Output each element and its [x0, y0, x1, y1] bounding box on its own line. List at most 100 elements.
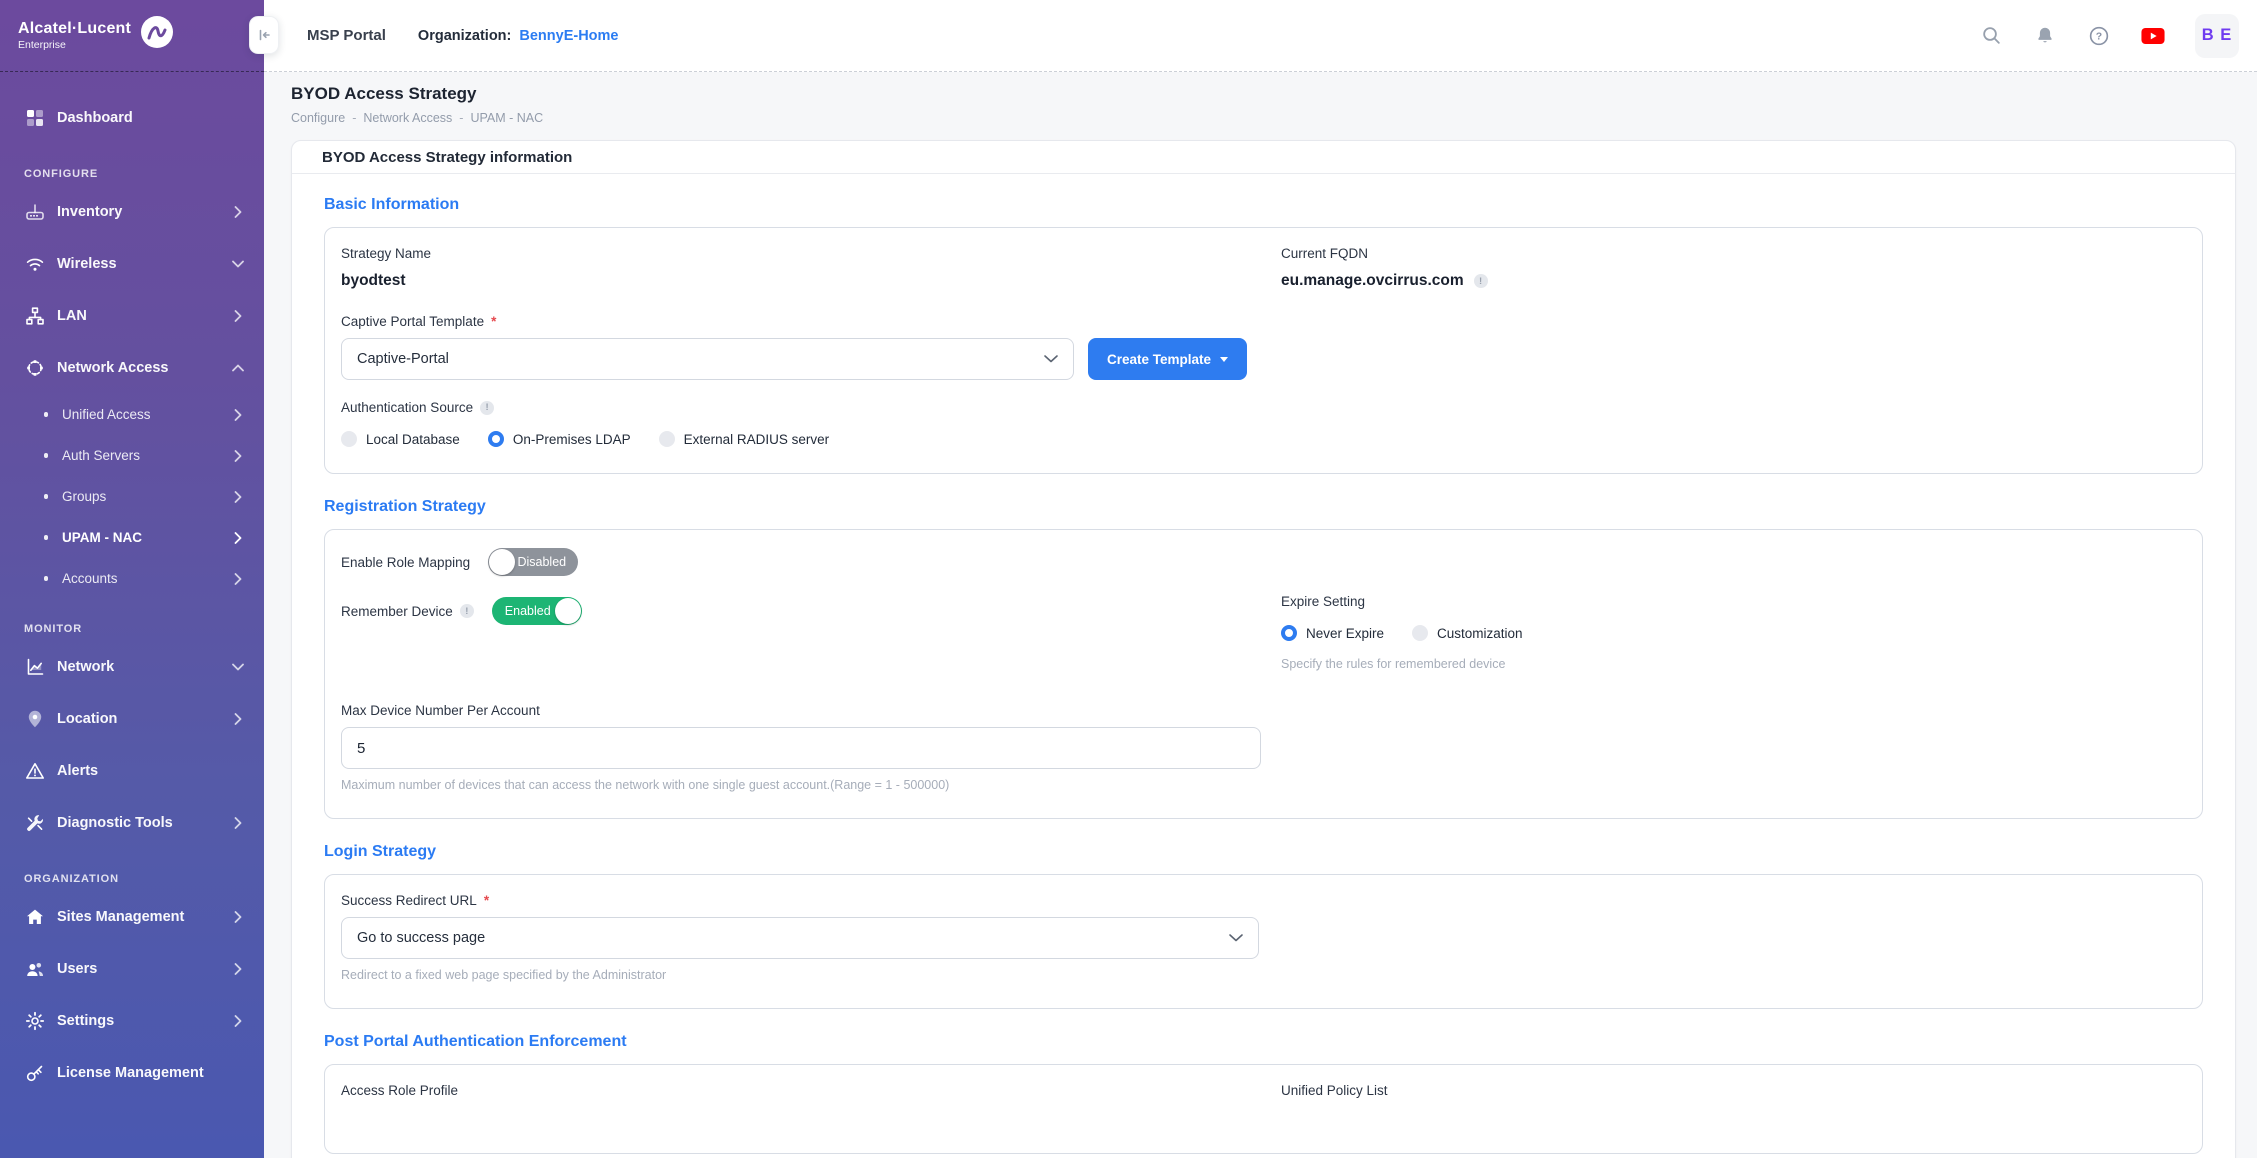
- chevron-down-icon: [1229, 934, 1243, 942]
- organization-link[interactable]: BennyE-Home: [519, 28, 618, 44]
- sidebar-item-sites-management[interactable]: Sites Management: [0, 891, 264, 943]
- chevron-down-icon: [234, 661, 242, 673]
- remember-device-toggle[interactable]: Enabled: [492, 597, 582, 625]
- sidebar-item-unified-access[interactable]: Unified Access: [0, 394, 264, 435]
- chevron-down-icon: [234, 258, 242, 270]
- max-device-label: Max Device Number Per Account: [341, 703, 1261, 718]
- page-title: BYOD Access Strategy: [291, 84, 2257, 104]
- sidebar-section-configure: CONFIGURE: [0, 168, 264, 180]
- chevron-right-icon: [234, 532, 242, 544]
- sidebar-item-inventory[interactable]: Inventory: [0, 186, 264, 238]
- collapse-arrow-icon: [256, 27, 272, 43]
- chevron-right-icon: [234, 491, 242, 503]
- sidebar-item-alerts[interactable]: Alerts: [0, 745, 264, 797]
- inventory-icon: [24, 201, 46, 223]
- success-redirect-url-label: Success Redirect URL*: [341, 893, 2186, 908]
- sidebar: Alcatel·Lucent Enterprise Dashboard CONF…: [0, 0, 264, 1158]
- youtube-icon[interactable]: [2141, 24, 2165, 48]
- breadcrumb-upam-nac[interactable]: UPAM - NAC: [470, 111, 543, 125]
- expire-setting-hint: Specify the rules for remembered device: [1281, 657, 2186, 671]
- caret-down-icon: [1220, 357, 1228, 362]
- unified-policy-list-label: Unified Policy List: [1281, 1083, 2186, 1098]
- bullet-icon: [40, 532, 52, 544]
- help-icon[interactable]: ?: [2087, 24, 2111, 48]
- expire-setting-options: Never Expire Customization: [1281, 625, 2186, 641]
- sidebar-item-groups[interactable]: Groups: [0, 476, 264, 517]
- breadcrumb-configure[interactable]: Configure: [291, 111, 345, 125]
- toggle-knob: [489, 549, 515, 575]
- content-card: BYOD Access Strategy information Basic I…: [291, 140, 2236, 1158]
- brand-logo: Alcatel·Lucent Enterprise: [0, 0, 264, 72]
- success-redirect-url-select[interactable]: Go to success page: [341, 917, 1259, 959]
- organization-label: Organization:: [418, 28, 511, 44]
- max-device-hint: Maximum number of devices that can acces…: [341, 778, 1261, 792]
- sidebar-item-network-access[interactable]: Network Access: [0, 342, 264, 394]
- captive-portal-template-select[interactable]: Captive-Portal: [341, 338, 1074, 380]
- radio-customization[interactable]: Customization: [1412, 625, 1523, 641]
- sidebar-section-monitor: MONITOR: [0, 623, 264, 635]
- svg-text:?: ?: [2096, 31, 2102, 42]
- strategy-name-value: byodtest: [341, 272, 1261, 290]
- expire-setting-label: Expire Setting: [1281, 594, 2186, 609]
- sidebar-item-users[interactable]: Users: [0, 943, 264, 995]
- authentication-source-label: Authentication Source: [341, 400, 1261, 415]
- success-redirect-url-hint: Redirect to a fixed web page specified b…: [341, 968, 2186, 982]
- bell-icon[interactable]: [2033, 24, 2057, 48]
- sidebar-item-settings[interactable]: Settings: [0, 995, 264, 1047]
- sidebar-item-diagnostic-tools[interactable]: Diagnostic Tools: [0, 797, 264, 849]
- chevron-right-icon: [234, 713, 242, 725]
- enable-role-mapping-toggle[interactable]: Disabled: [488, 548, 578, 576]
- info-icon: [1474, 274, 1488, 288]
- current-fqdn-label: Current FQDN: [1281, 246, 2186, 261]
- sidebar-item-license-management[interactable]: License Management: [0, 1047, 264, 1099]
- avatar[interactable]: B E: [2195, 14, 2239, 58]
- chevron-right-icon: [234, 963, 242, 975]
- breadcrumb-separator: [459, 111, 463, 125]
- sidebar-collapse-button[interactable]: [249, 16, 279, 54]
- authentication-source-options: Local Database On-Premises LDAP External…: [341, 431, 1261, 447]
- bullet-icon: [40, 573, 52, 585]
- breadcrumb-network-access[interactable]: Network Access: [363, 111, 452, 125]
- sidebar-nav: Dashboard CONFIGURE Inventory Wireless L…: [0, 72, 264, 1099]
- chevron-right-icon: [234, 1015, 242, 1027]
- sidebar-item-network[interactable]: Network: [0, 641, 264, 693]
- page-head: BYOD Access Strategy Configure Network A…: [264, 72, 2257, 125]
- chevron-right-icon: [234, 310, 242, 322]
- remember-device-label: Remember Device: [341, 604, 474, 619]
- access-role-profile-label: Access Role Profile: [341, 1083, 1261, 1098]
- diagnostic-tools-icon: [24, 812, 46, 834]
- radio-external-radius-server[interactable]: External RADIUS server: [659, 431, 830, 447]
- breadcrumb-separator: [352, 111, 356, 125]
- bullet-icon: [40, 450, 52, 462]
- radio-checked-icon: [488, 431, 504, 447]
- radio-never-expire[interactable]: Never Expire: [1281, 625, 1384, 641]
- portal-label: MSP Portal: [307, 27, 386, 44]
- chevron-right-icon: [234, 450, 242, 462]
- basic-information-heading: Basic Information: [324, 196, 2203, 214]
- sidebar-item-accounts[interactable]: Accounts: [0, 558, 264, 599]
- sidebar-item-location[interactable]: Location: [0, 693, 264, 745]
- login-strategy-heading: Login Strategy: [324, 843, 2203, 861]
- sidebar-item-auth-servers[interactable]: Auth Servers: [0, 435, 264, 476]
- network-access-icon: [24, 357, 46, 379]
- toggle-knob: [555, 598, 581, 624]
- captive-portal-template-label: Captive Portal Template*: [341, 314, 1261, 329]
- ale-logo-icon: [140, 15, 174, 49]
- current-fqdn-value: eu.manage.ovcirrus.com: [1281, 272, 2186, 290]
- brand-sub: Enterprise: [18, 39, 131, 51]
- sidebar-item-dashboard[interactable]: Dashboard: [0, 92, 264, 144]
- sidebar-item-lan[interactable]: LAN: [0, 290, 264, 342]
- settings-icon: [24, 1010, 46, 1032]
- card-title: BYOD Access Strategy information: [292, 141, 2235, 174]
- sidebar-item-wireless[interactable]: Wireless: [0, 238, 264, 290]
- search-icon[interactable]: [1979, 24, 2003, 48]
- info-icon: [480, 401, 494, 415]
- create-template-button[interactable]: Create Template: [1088, 338, 1247, 380]
- radio-on-premises-ldap[interactable]: On-Premises LDAP: [488, 431, 631, 447]
- radio-local-database[interactable]: Local Database: [341, 431, 460, 447]
- basic-information-card: Strategy Name byodtest Captive Portal Te…: [324, 227, 2203, 474]
- max-device-input[interactable]: 5: [341, 727, 1261, 769]
- sidebar-item-upam-nac[interactable]: UPAM - NAC: [0, 517, 264, 558]
- wireless-icon: [24, 253, 46, 275]
- bullet-icon: [40, 491, 52, 503]
